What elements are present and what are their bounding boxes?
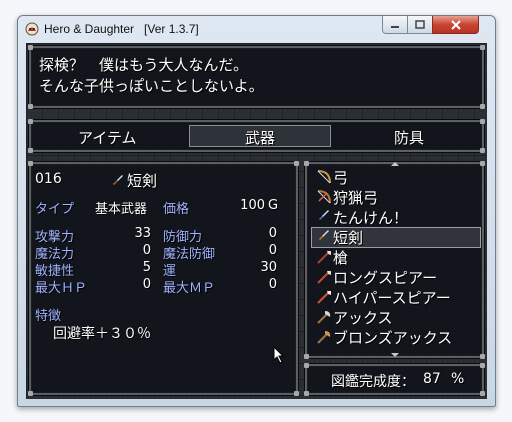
game-screen: 探検？ 僕はもう大人なんだ。 そんな子供っぽいことしないよ。 アイテム 武器 防… xyxy=(26,43,487,399)
list-item[interactable]: ハイパースピアー xyxy=(313,287,481,307)
stat-value: 0 xyxy=(142,243,151,258)
dagger-icon xyxy=(319,210,329,220)
completion-unit: % xyxy=(451,371,465,387)
stat-value: 33 xyxy=(134,226,151,241)
list-item[interactable]: 短剣 xyxy=(313,227,481,247)
stat-value: 5 xyxy=(142,260,151,275)
type-value: 基本武器 xyxy=(95,202,148,217)
list-item[interactable]: たんけん！ xyxy=(313,207,481,227)
currency-unit: G xyxy=(268,198,279,213)
bow-icon xyxy=(317,190,331,204)
maximize-icon xyxy=(415,20,425,29)
tab-weapons[interactable]: 武器 xyxy=(245,127,275,148)
close-button[interactable] xyxy=(432,16,479,34)
minimize-icon xyxy=(391,25,399,28)
list-item[interactable]: ロングスピアー xyxy=(313,267,481,287)
dialog-line-2: そんな子供っぽいことしないよ。 xyxy=(39,77,264,95)
spear-icon xyxy=(317,271,331,284)
item-detail-panel: 016 短剣 タイプ 基本武器 価格 100 G 攻撃力 33 防御力 0 魔法… xyxy=(28,161,299,396)
weapon-list-panel: 弓 狩猟弓 たんけん！ 短剣 槍 ロングスピアー ハイパースピアー アックス ブ… xyxy=(304,161,485,359)
app-icon xyxy=(25,22,39,36)
dagger-icon xyxy=(319,230,329,240)
item-id: 016 xyxy=(35,171,62,187)
close-icon xyxy=(450,19,461,30)
stat-value: 0 xyxy=(268,277,277,292)
title-bar[interactable]: Hero & Daughter [Ver 1.3.7] xyxy=(18,16,495,42)
stat-value: 0 xyxy=(142,277,151,292)
window-title: Hero & Daughter [Ver 1.3.7] xyxy=(44,22,199,36)
list-item[interactable]: 狩猟弓 xyxy=(313,187,481,207)
feature-label: 特徴 xyxy=(35,309,62,324)
dialog-window: 探検？ 僕はもう大人なんだ。 そんな子供っぽいことしないよ。 xyxy=(28,45,485,109)
dagger-icon xyxy=(113,175,123,185)
category-tabs: アイテム 武器 防具 xyxy=(28,119,485,153)
axe-icon xyxy=(317,331,331,344)
spear-icon xyxy=(317,251,331,264)
completion-label: 図鑑完成度： xyxy=(331,374,415,390)
maximize-button[interactable] xyxy=(407,16,433,34)
axe-icon xyxy=(317,311,331,324)
list-item[interactable]: ブロンズアックス xyxy=(313,327,481,347)
stat-label: 最大ＭＰ xyxy=(163,281,216,296)
stat-value: 0 xyxy=(268,243,277,258)
game-window: Hero & Daughter [Ver 1.3.7] 探検？ 僕はもう大人なん… xyxy=(17,15,496,407)
list-item[interactable]: 弓 xyxy=(313,167,481,187)
tab-items[interactable]: アイテム xyxy=(78,127,137,148)
scroll-down-arrow-icon[interactable] xyxy=(390,352,400,358)
price-label: 価格 xyxy=(163,202,190,217)
stat-value: 30 xyxy=(260,260,277,275)
stat-label: 最大ＨＰ xyxy=(35,281,88,296)
list-item[interactable]: アックス xyxy=(313,307,481,327)
item-name: 短剣 xyxy=(127,172,158,190)
stat-value: 0 xyxy=(268,226,277,241)
completion-panel: 図鑑完成度： 87 % xyxy=(304,363,485,396)
type-label: タイプ xyxy=(35,202,75,217)
list-item[interactable]: 槍 xyxy=(313,247,481,267)
completion-value: 87 xyxy=(423,371,441,387)
price-value: 100 xyxy=(240,198,265,213)
feature-text: 回避率＋３０％ xyxy=(53,326,151,342)
tab-armor[interactable]: 防具 xyxy=(394,127,424,148)
mouse-cursor-icon xyxy=(273,346,285,364)
dialog-line-1: 探検？ 僕はもう大人なんだ。 xyxy=(39,56,249,74)
minimize-button[interactable] xyxy=(382,16,408,34)
bow-icon xyxy=(317,170,331,184)
spear-icon xyxy=(317,291,331,304)
